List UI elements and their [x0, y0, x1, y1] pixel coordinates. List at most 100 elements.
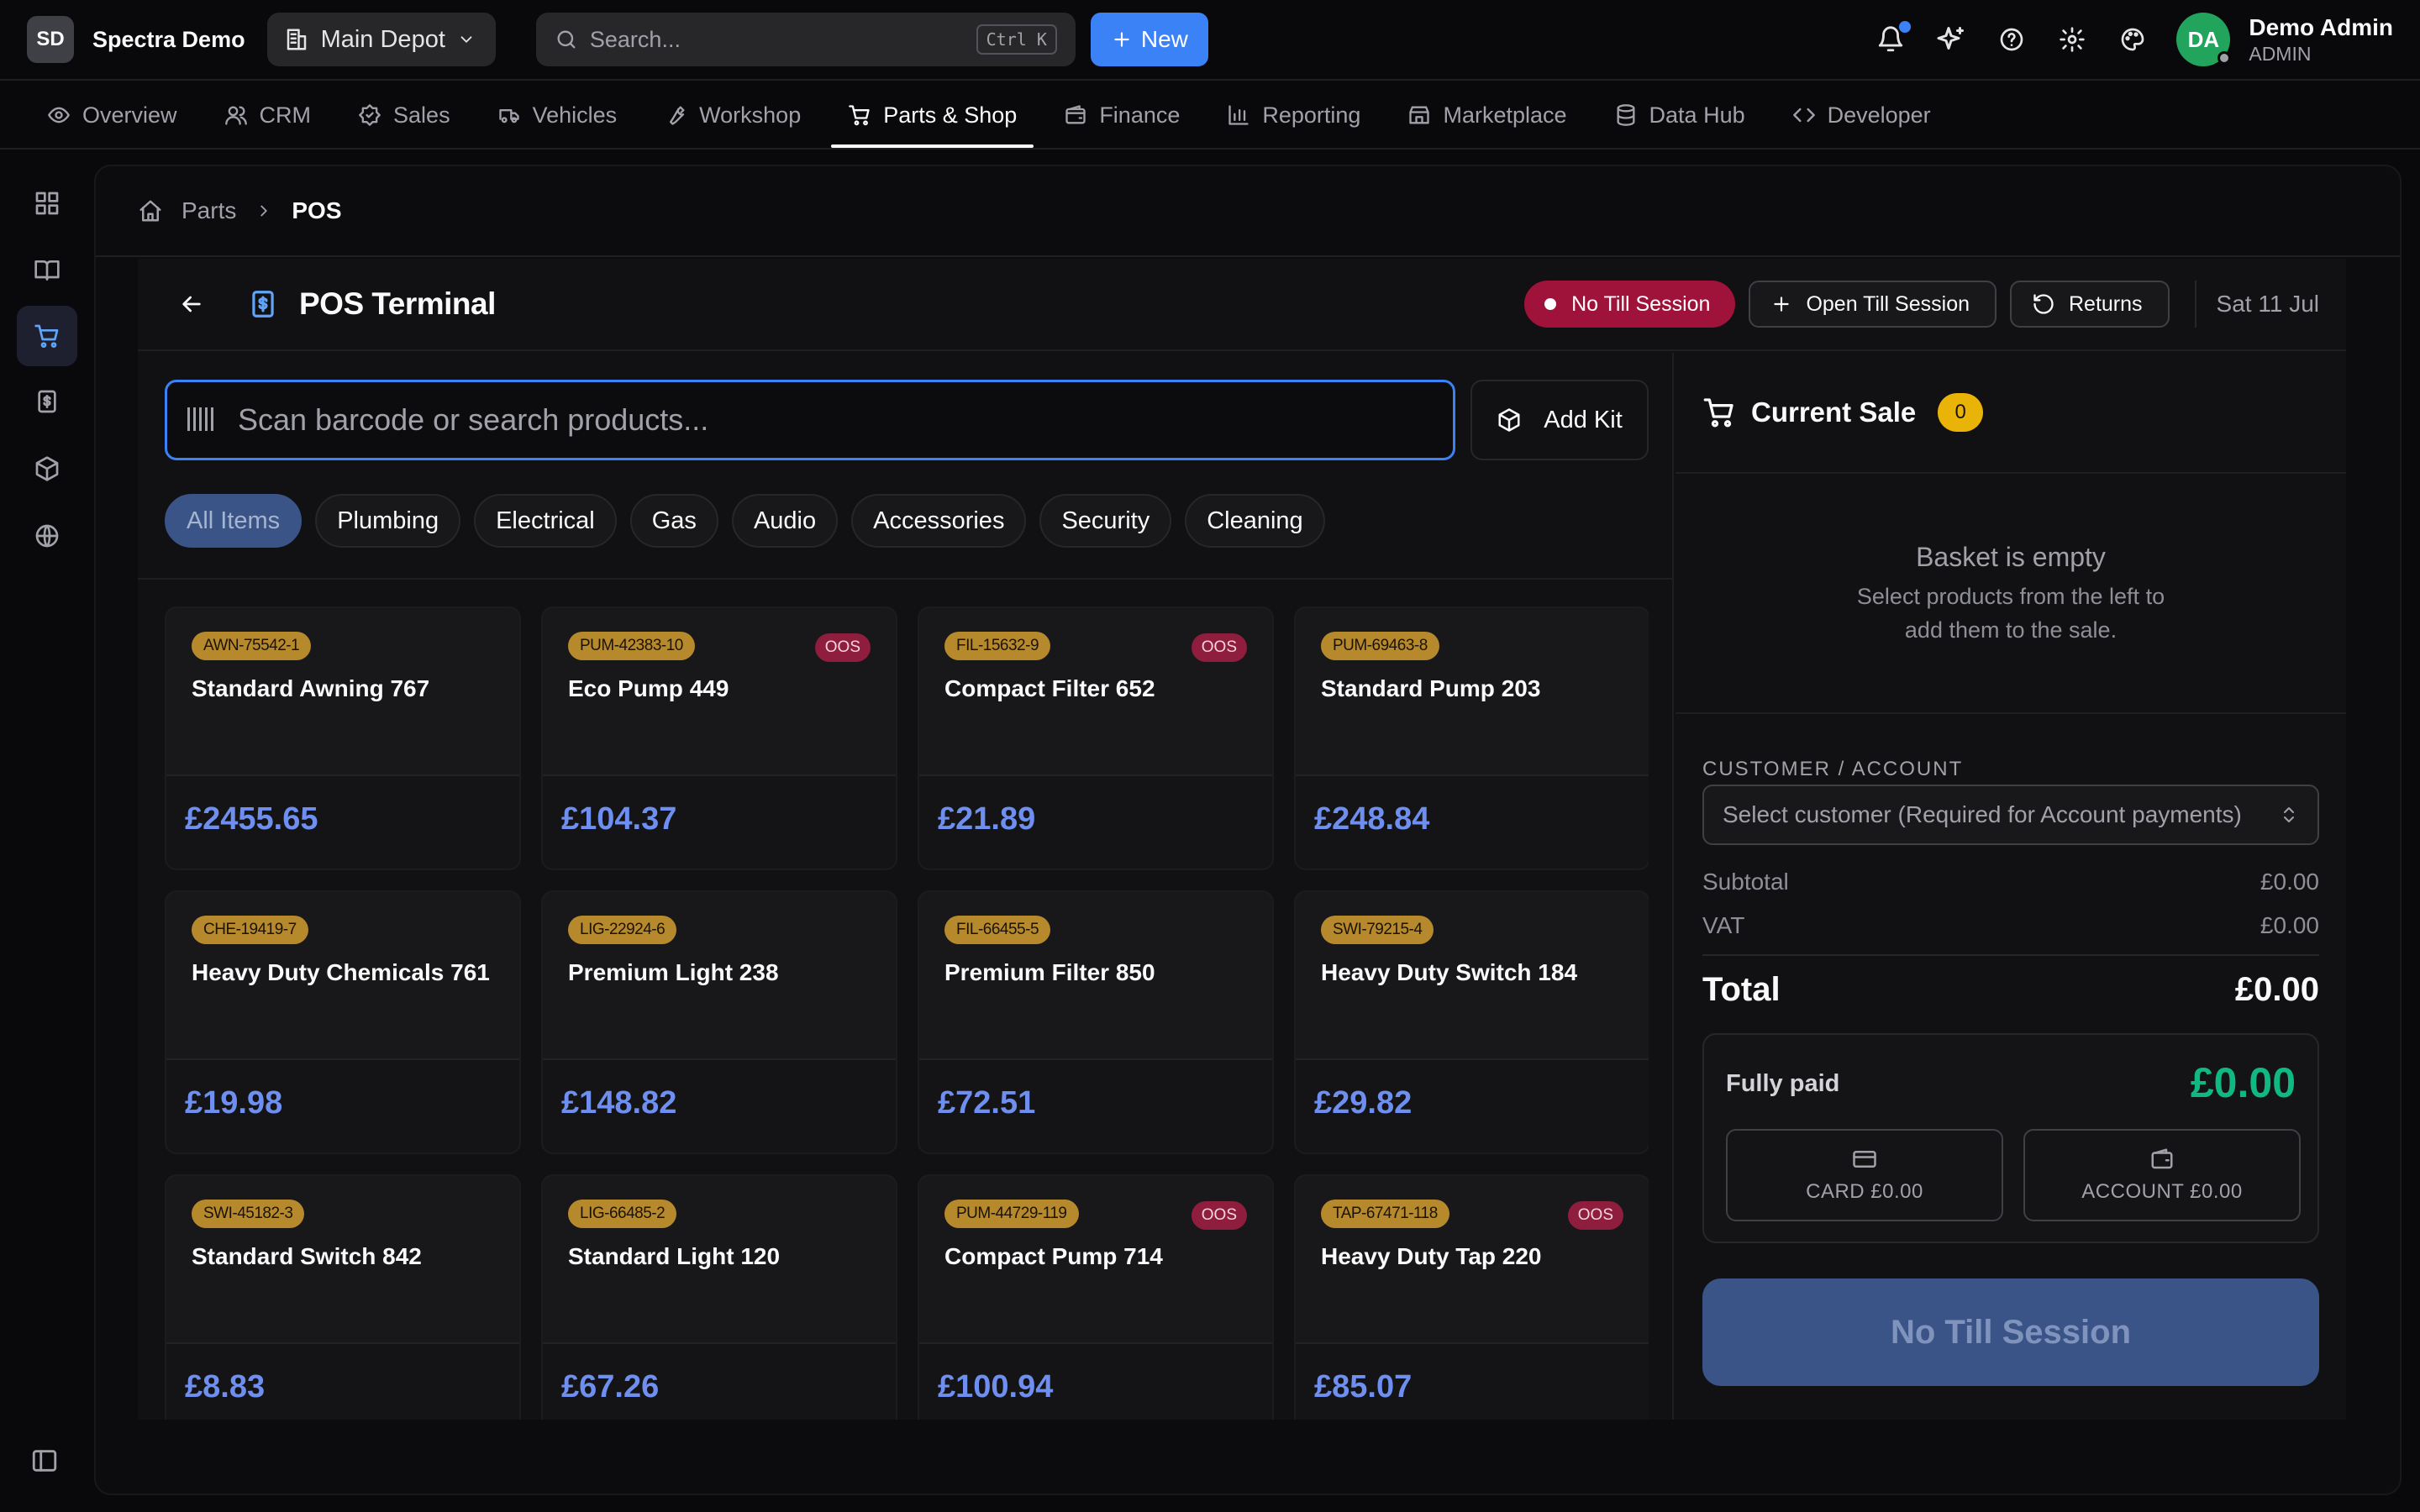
out-of-stock-badge: OOS — [1567, 1201, 1623, 1230]
rail-dashboard[interactable] — [17, 173, 77, 234]
product-card[interactable]: FIL-66455-5 Premium Filter 850 £72.51 — [918, 890, 1274, 1154]
new-button[interactable]: New — [1090, 13, 1208, 66]
product-card[interactable]: SWI-79215-4 Heavy Duty Switch 184 £29.82 — [1294, 890, 1649, 1154]
open-till-button[interactable]: Open Till Session — [1749, 281, 1996, 328]
paid-amount: £0.00 — [2190, 1059, 2296, 1106]
sku-badge: LIG-66485-2 — [568, 1200, 677, 1228]
tab-overview[interactable]: Overview — [30, 82, 194, 148]
tab-label: Vehicles — [532, 102, 618, 128]
cart-icon — [34, 324, 59, 348]
subtotal-value: £0.00 — [2260, 869, 2319, 895]
tab-sales[interactable]: Sales — [341, 82, 467, 148]
payment-box: Fully paid £0.00 CARD £0.00 ACCOUNT £0.0… — [1702, 1033, 2319, 1243]
till-status-label: No Till Session — [1571, 291, 1711, 316]
global-search[interactable]: Search... Ctrl K — [535, 13, 1076, 66]
rail-web[interactable] — [17, 506, 77, 566]
tab-developer[interactable]: Developer — [1776, 82, 1948, 148]
arrow-left-icon[interactable] — [178, 291, 205, 318]
product-name: Premium Filter 850 — [944, 959, 1155, 985]
product-grid: AWN-75542-1 Standard Awning 767 £2455.65 … — [165, 606, 1649, 1420]
product-card[interactable]: TAP-67471-118 OOS Heavy Duty Tap 220 £85.0… — [1294, 1174, 1649, 1420]
product-card[interactable]: SWI-45182-3 Standard Switch 842 £8.83 — [165, 1174, 521, 1420]
search-icon — [557, 30, 576, 49]
theme-button[interactable] — [2116, 23, 2149, 56]
help-button[interactable] — [1995, 23, 2028, 56]
returns-label: Returns — [2069, 291, 2143, 316]
sku-badge: SWI-79215-4 — [1321, 916, 1434, 944]
product-card[interactable]: CHE-19419-7 Heavy Duty Chemicals 761 £19.… — [165, 890, 521, 1154]
returns-button[interactable]: Returns — [2010, 281, 2170, 328]
wallet-icon — [2151, 1148, 2173, 1169]
top-bar: SD Spectra Demo Main Depot Search... Ctr… — [0, 0, 2420, 81]
product-name: Premium Light 238 — [568, 959, 779, 985]
avatar[interactable]: DA — [2176, 13, 2232, 66]
product-card[interactable]: PUM-44729-119 OOS Compact Pump 714 £100.94 — [918, 1174, 1274, 1420]
tab-workshop[interactable]: Workshop — [647, 82, 818, 148]
ai-button[interactable] — [1934, 23, 1968, 56]
account-payment-button[interactable]: ACCOUNT £0.00 — [2023, 1129, 2301, 1221]
sku-badge: SWI-45182-3 — [192, 1200, 305, 1228]
notification-dot — [1899, 21, 1912, 33]
tab-reporting[interactable]: Reporting — [1210, 82, 1377, 148]
tab-finance[interactable]: Finance — [1047, 82, 1197, 148]
rail-pos[interactable] — [17, 306, 77, 366]
category-gas[interactable]: Gas — [629, 494, 718, 548]
box-icon — [1498, 408, 1520, 432]
badge-icon — [359, 104, 381, 126]
product-card[interactable]: LIG-66485-2 Standard Light 120 £67.26 — [541, 1174, 897, 1420]
tab-label: Marketplace — [1443, 102, 1567, 128]
product-card[interactable]: AWN-75542-1 Standard Awning 767 £2455.65 — [165, 606, 521, 870]
product-price: £21.89 — [919, 774, 1272, 869]
barcode-icon — [187, 407, 213, 431]
sku-badge: CHE-19419-7 — [192, 916, 308, 944]
add-kit-label: Add Kit — [1544, 406, 1623, 433]
tab-vehicles[interactable]: Vehicles — [481, 82, 634, 148]
tab-marketplace[interactable]: Marketplace — [1391, 82, 1583, 148]
home-icon[interactable] — [138, 198, 163, 223]
total-label: Total — [1702, 971, 1781, 1008]
category-plumbing[interactable]: Plumbing — [315, 494, 461, 548]
rail-invoices[interactable] — [17, 371, 77, 432]
category-electrical[interactable]: Electrical — [474, 494, 617, 548]
breadcrumb-parent[interactable]: Parts — [182, 197, 236, 224]
avatar-initials: DA — [2187, 26, 2220, 52]
category-security[interactable]: Security — [1039, 494, 1172, 548]
checkout-button[interactable]: No Till Session — [1702, 1278, 2319, 1386]
product-price: £148.82 — [543, 1058, 896, 1152]
sale-title: Current Sale — [1751, 396, 1917, 428]
globe-icon — [35, 524, 59, 548]
sidebar-toggle[interactable] — [30, 1446, 64, 1480]
tab-parts-shop[interactable]: Parts & Shop — [831, 82, 1034, 148]
product-card[interactable]: PUM-69463-8 Standard Pump 203 £248.84 — [1294, 606, 1649, 870]
product-card[interactable]: PUM-42383-10 OOS Eco Pump 449 £104.37 — [541, 606, 897, 870]
rail-catalog[interactable] — [17, 240, 77, 301]
sku-badge: PUM-42383-10 — [568, 632, 695, 660]
product-card[interactable]: LIG-22924-6 Premium Light 238 £148.82 — [541, 890, 897, 1154]
notifications-button[interactable] — [1874, 21, 1912, 56]
plus-icon — [1114, 32, 1129, 47]
category-audio[interactable]: Audio — [731, 494, 839, 548]
add-kit-button[interactable]: Add Kit — [1470, 380, 1649, 460]
customer-select[interactable]: Select customer (Required for Account pa… — [1702, 785, 2319, 845]
tab-crm[interactable]: CRM — [208, 82, 329, 148]
depot-selector[interactable]: Main Depot — [266, 13, 496, 66]
product-name: Compact Pump 714 — [944, 1243, 1163, 1269]
panel-left-icon — [32, 1450, 57, 1472]
wrench-icon — [670, 106, 685, 125]
card-payment-label: CARD £0.00 — [1806, 1180, 1923, 1203]
category-cleaning[interactable]: Cleaning — [1185, 494, 1325, 548]
customer-label: CUSTOMER / ACCOUNT — [1702, 758, 1964, 780]
rail-inventory[interactable] — [17, 438, 77, 499]
current-date: Sat 11 Jul — [2194, 281, 2319, 328]
category-accessories[interactable]: Accessories — [851, 494, 1027, 548]
product-card[interactable]: FIL-15632-9 OOS Compact Filter 652 £21.89 — [918, 606, 1274, 870]
user-info[interactable]: Demo Admin ADMIN — [2249, 14, 2393, 66]
card-payment-button[interactable]: CARD £0.00 — [1726, 1129, 2003, 1221]
category-all-items[interactable]: All Items — [165, 494, 302, 548]
tab-label: Overview — [82, 102, 177, 128]
settings-button[interactable] — [2055, 23, 2089, 56]
tab-label: Workshop — [699, 102, 802, 128]
tab-data-hub[interactable]: Data Hub — [1597, 82, 1762, 148]
scan-input[interactable]: Scan barcode or search products... — [165, 380, 1455, 460]
vat-label: VAT — [1702, 912, 1745, 938]
